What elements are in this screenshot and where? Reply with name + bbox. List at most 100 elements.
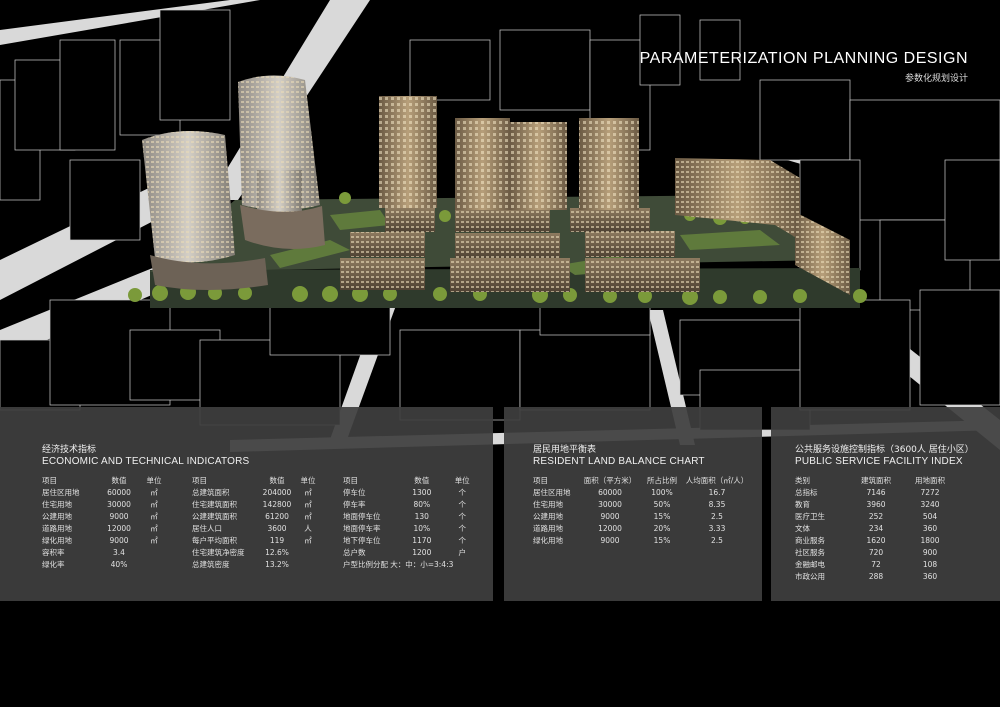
table-cell: 60000 xyxy=(598,487,622,497)
table-header-cell: 项目 xyxy=(533,475,548,485)
table-row: 地面停车位 130 个 xyxy=(343,510,471,522)
table-cell: 绿化用地 xyxy=(42,536,72,546)
table-cell: 容积率 xyxy=(42,548,65,558)
table-header-cell: 类别 xyxy=(795,475,810,485)
table-header-cell: 面积（平方米） xyxy=(583,475,637,485)
table-row: 地面停车率 10% 个 xyxy=(343,522,471,534)
table-cell: 60000 xyxy=(107,487,131,497)
table-row: 住宅建筑面积 142800 ㎡ xyxy=(192,498,320,510)
table-header-cell: 项目 xyxy=(42,475,57,485)
table-cell: 9000 xyxy=(600,511,620,521)
table-row: 住宅建筑净密度 12.6% xyxy=(192,547,320,559)
economic-table-1: 项目 数值 单位 居住区用地 60000 ㎡住宅用地 30000 ㎡公建用地 9000 ㎡道路用地… xyxy=(42,474,170,571)
economic-heading: 经济技术指标 ECONOMIC AND TECHNICAL INDICATORS xyxy=(42,445,249,467)
table-cell: 900 xyxy=(922,548,938,558)
table-cell: 9000 xyxy=(600,536,620,546)
table-cell: ㎡ xyxy=(150,523,158,533)
table-cell: 15% xyxy=(653,511,671,521)
table-header-cell: 建筑面积 xyxy=(861,475,891,485)
table-cell: 居住区用地 xyxy=(42,487,80,497)
table-cell: 每户平均面积 xyxy=(192,536,237,546)
table-cell: 2.5 xyxy=(711,536,723,546)
table-header-cell: 数值 xyxy=(414,475,430,485)
table-cell: 12000 xyxy=(598,523,622,533)
table-cell: 医疗卫生 xyxy=(795,511,825,521)
table-cell: 总户数 xyxy=(343,548,366,558)
table-cell: 80% xyxy=(413,499,431,509)
table-cell: 个 xyxy=(458,511,466,521)
table-cell: 总建筑密度 xyxy=(192,560,230,570)
table-row: 绿化用地 9000 ㎡ xyxy=(42,534,170,546)
table-cell xyxy=(138,547,170,559)
table-header-cell: 项目 xyxy=(343,475,358,485)
table-row: 住宅用地 30000 50% 8.35 xyxy=(533,498,751,510)
table-cell: 地面停车率 xyxy=(343,523,381,533)
public-title-cn: 公共服务设施控制指标（3600人 居住小区） xyxy=(795,445,974,455)
table-cell xyxy=(138,559,170,571)
table-cell: 50% xyxy=(653,499,671,509)
table-cell: 公建用地 xyxy=(533,511,563,521)
public-title-en: PUBLIC SERVICE FACILITY INDEX xyxy=(795,456,963,467)
table-cell: 人 xyxy=(304,523,312,533)
table-header-cell: 单位 xyxy=(454,475,470,485)
title-en: PARAMETERIZATION PLANNING DESIGN xyxy=(639,50,968,67)
table-cell: ㎡ xyxy=(304,487,312,497)
table-cell: 119 xyxy=(269,536,285,546)
table-cell: 30000 xyxy=(107,499,131,509)
table-cell: 个 xyxy=(458,536,466,546)
table-row: 停车位 1300 个 xyxy=(343,486,471,498)
table-row: 道路用地 12000 20% 3.33 xyxy=(533,522,751,534)
table-header-cell: 单位 xyxy=(146,475,162,485)
table-cell: 234 xyxy=(868,523,884,533)
table-header-cell: 项目 xyxy=(192,475,207,485)
table-cell: 9000 xyxy=(109,536,129,546)
economic-title-cn: 经济技术指标 xyxy=(42,445,97,455)
table-row: 居住人口 3600 人 xyxy=(192,522,320,534)
table-cell: 停车位 xyxy=(343,487,366,497)
table-row: 公建用地 9000 ㎡ xyxy=(42,510,170,522)
table-row: 公建用地 9000 15% 2.5 xyxy=(533,510,751,522)
poster: { "header": { "title_en": "PARAMETERIZAT… xyxy=(0,0,1000,707)
table-cell: 公建建筑面积 xyxy=(192,511,237,521)
table-cell: 个 xyxy=(458,523,466,533)
table-cell: 社区服务 xyxy=(795,548,825,558)
table-cell: 商业服务 xyxy=(795,536,825,546)
table-cell: 公建用地 xyxy=(42,511,72,521)
table-header-row: 项目 数值 单位 xyxy=(343,474,471,486)
table-cell: 20% xyxy=(653,523,671,533)
table-row: 文体 234 360 xyxy=(795,522,957,534)
table-header-row: 项目 面积（平方米） 所占比例 人均面积（㎡/人） xyxy=(533,474,751,486)
table-cell: 道路用地 xyxy=(42,523,72,533)
table-cell: 40% xyxy=(110,560,128,570)
table-cell: 3240 xyxy=(920,499,940,509)
table-cell: 3.4 xyxy=(113,548,125,558)
table-cell: ㎡ xyxy=(304,511,312,521)
table-row: 教育 3960 3240 xyxy=(795,498,957,510)
table-cell: 教育 xyxy=(795,499,810,509)
table-row: 总户数 1200 户 xyxy=(343,547,471,559)
table-row: 道路用地 12000 ㎡ xyxy=(42,522,170,534)
table-cell: 10% xyxy=(413,523,431,533)
table-header-row: 项目 数值 单位 xyxy=(192,474,320,486)
table-cell: 绿化率 xyxy=(42,560,65,570)
table-cell: ㎡ xyxy=(150,499,158,509)
table-cell: 13.2% xyxy=(265,560,289,570)
table-cell: 文体 xyxy=(795,523,810,533)
table-cell: 金融邮电 xyxy=(795,560,825,570)
table-cell: 7146 xyxy=(866,487,886,497)
table-row: 住宅用地 30000 ㎡ xyxy=(42,498,170,510)
table-cell: 108 xyxy=(922,560,938,570)
table-cell: 市政公用 xyxy=(795,572,825,582)
table-cell: 8.35 xyxy=(708,499,726,509)
table-cell: 居住人口 xyxy=(192,523,222,533)
table-cell: 1800 xyxy=(920,536,940,546)
table-row: 总指标 7146 7272 xyxy=(795,486,957,498)
table-cell xyxy=(296,547,320,559)
table-cell: 住宅用地 xyxy=(533,499,563,509)
table-row: 医疗卫生 252 504 xyxy=(795,510,957,522)
table-cell: ㎡ xyxy=(150,487,158,497)
table-cell: 停车率 xyxy=(343,499,366,509)
table-cell: 个 xyxy=(458,487,466,497)
table-cell: 1620 xyxy=(866,536,886,546)
table-row: 容积率 3.4 xyxy=(42,547,170,559)
